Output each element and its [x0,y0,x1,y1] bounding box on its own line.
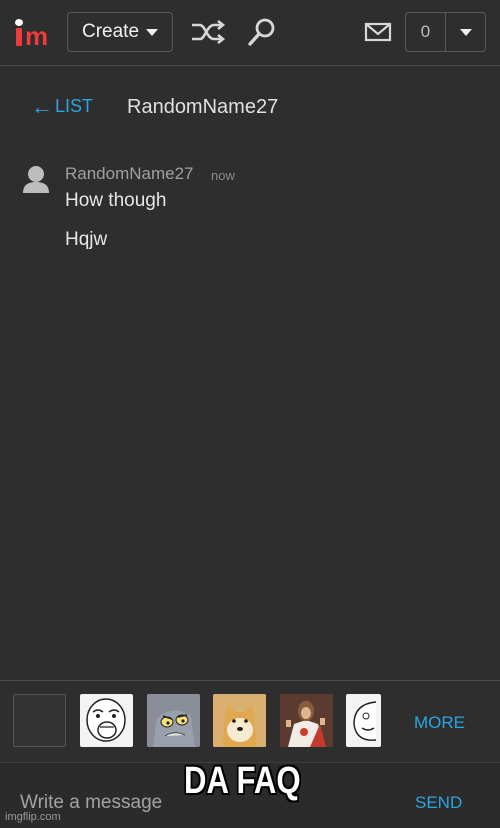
logo-dot [15,19,23,26]
meme-thumbnail-doge[interactable] [213,694,266,747]
message-text: How though [65,190,167,211]
meme-thumbnail-tom-cat[interactable] [147,694,200,747]
top-bar: m Create 0 [0,0,500,66]
message-sender[interactable]: RandomName27 [65,164,194,184]
notification-menu-toggle[interactable] [446,13,485,51]
user-avatar-icon[interactable] [22,164,50,194]
meme-thumbnail-lol-face[interactable] [80,694,133,747]
conversation-title: RandomName27 [127,96,279,118]
imgflip-watermark: imgflip.com [5,811,61,823]
rage-face-image [353,701,377,741]
create-button[interactable]: Create [67,12,173,52]
logo-m: m [25,21,49,51]
tom-cat-image [147,694,200,747]
message-text: Hqjw [65,229,108,250]
search-icon[interactable] [246,16,278,48]
meme-thumbnail-rage-face[interactable] [346,694,381,747]
create-label: Create [81,21,140,42]
send-button[interactable]: SEND [415,793,462,813]
notification-count[interactable]: 0 [406,13,446,51]
lol-face-image [86,698,126,742]
more-memes-link[interactable]: MORE [414,713,465,733]
chevron-down-icon [146,28,159,36]
doge-image [213,694,266,747]
mail-icon[interactable] [364,20,392,44]
meme-caption-overlay: DA FAQ [184,760,301,802]
arrow-left-icon: ← [31,93,53,119]
logo-i-stem [16,28,22,46]
shuffle-icon[interactable] [190,18,226,46]
meme-picker: MORE [0,680,500,762]
meme-thumbnail-buddy-christ[interactable] [280,694,333,747]
imgflip-logo[interactable]: m [14,14,54,51]
buddy-christ-image [280,694,333,747]
message-timestamp: now [211,168,235,183]
meme-thumbnail-blank[interactable] [13,694,66,747]
chevron-down-icon [459,28,472,36]
back-to-list-link[interactable]: ← LIST [31,93,94,119]
notification-dropdown[interactable]: 0 [405,12,486,52]
back-label: LIST [55,96,94,116]
